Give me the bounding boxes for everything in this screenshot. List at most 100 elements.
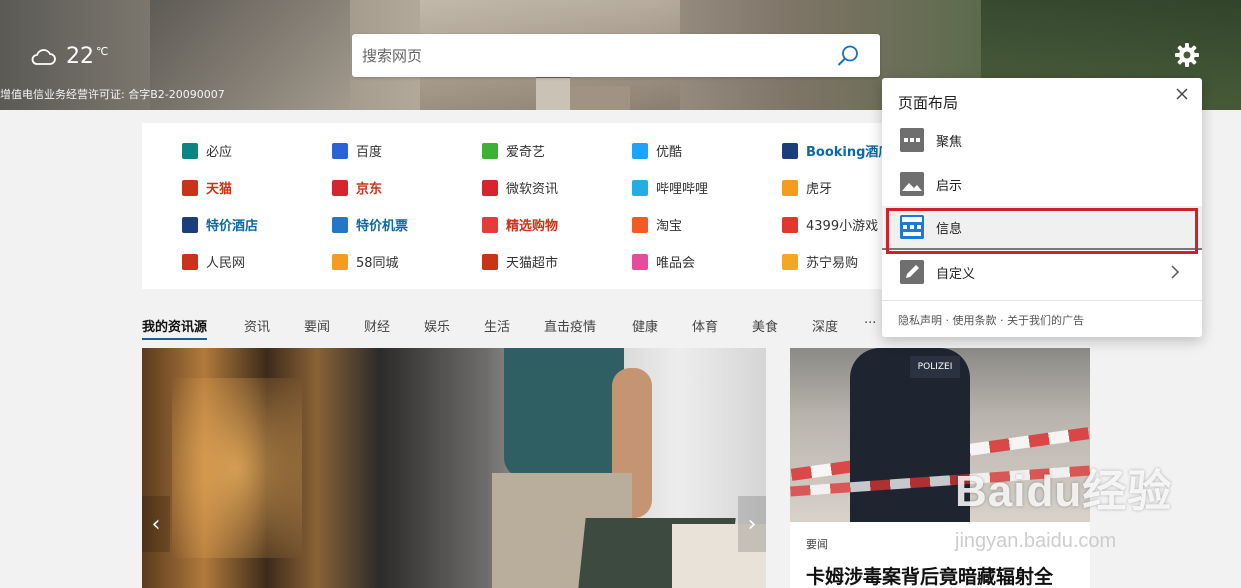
quick-link[interactable]: 微软资讯 xyxy=(482,178,558,197)
quick-link[interactable]: 特价酒店 xyxy=(182,215,258,234)
news-tab[interactable]: 直击疫情 xyxy=(544,316,596,335)
search-input[interactable] xyxy=(362,34,822,77)
quick-link-label: 天猫超市 xyxy=(506,256,559,271)
tmall-market-icon xyxy=(482,253,498,270)
quick-link[interactable]: 百度 xyxy=(332,141,382,160)
carousel-prev-button[interactable]: ‹ xyxy=(142,496,170,552)
news-tab[interactable]: 生活 xyxy=(484,316,510,335)
card-light-glow xyxy=(172,378,302,558)
hotel-icon xyxy=(182,216,198,233)
tab-my-feed[interactable]: 我的资讯源 xyxy=(142,316,208,340)
tab-more[interactable]: ··· xyxy=(864,316,876,331)
quick-link[interactable]: 唯品会 xyxy=(632,252,695,271)
layout-option-label: 启示 xyxy=(936,178,963,194)
bilibili-icon xyxy=(632,179,648,196)
quick-link[interactable]: 精选购物 xyxy=(482,215,558,234)
quick-link-label: 特价酒店 xyxy=(206,219,259,234)
news-tab[interactable]: 美食 xyxy=(752,316,778,335)
quick-link-label: 天猫 xyxy=(206,182,233,197)
cloud-icon xyxy=(31,48,56,65)
quick-link[interactable]: 4399小游戏 xyxy=(782,215,878,234)
4399-icon xyxy=(782,216,798,233)
iqiyi-icon xyxy=(482,142,498,159)
layout-option-label: 聚焦 xyxy=(936,134,963,150)
taobao-icon xyxy=(632,216,648,233)
news-tab[interactable]: 财经 xyxy=(364,316,390,335)
gear-icon[interactable] xyxy=(1174,42,1200,68)
quick-link[interactable]: 必应 xyxy=(182,141,232,160)
watermark-url: jingyan.baidu.com xyxy=(955,530,1117,552)
quick-link[interactable]: 人民网 xyxy=(182,252,245,271)
inspiration-layout-icon xyxy=(900,172,924,196)
quick-link[interactable]: Booking酒店 xyxy=(782,141,891,160)
quick-link-label: 唯品会 xyxy=(656,256,696,271)
card-figure-shirt xyxy=(504,348,624,478)
close-icon[interactable] xyxy=(1174,86,1190,102)
quick-link-label: 苏宁易购 xyxy=(806,256,859,271)
quick-link-label: Booking酒店 xyxy=(806,145,892,160)
quick-link-label: 58同城 xyxy=(356,256,399,271)
watermark-logo: Baidu经验 xyxy=(955,467,1173,516)
baidu-icon xyxy=(332,142,348,159)
license-text: 增值电信业务经营许可证: 合字B2-20090007 xyxy=(0,88,225,101)
quick-link[interactable]: 苏宁易购 xyxy=(782,252,858,271)
news-tab[interactable]: 资讯 xyxy=(244,316,270,335)
news-tab[interactable]: 健康 xyxy=(632,316,658,335)
quick-link[interactable]: 淘宝 xyxy=(632,215,682,234)
focus-layout-icon xyxy=(900,128,924,152)
quick-link[interactable]: 天猫 xyxy=(182,178,232,197)
main-news-card[interactable]: ‹ › xyxy=(142,348,766,588)
quick-link-label: 特价机票 xyxy=(356,219,409,234)
panel-footer-links[interactable]: 隐私声明 · 使用条款 · 关于我们的广告 xyxy=(898,312,1084,328)
quick-link[interactable]: 哔哩哔哩 xyxy=(632,178,708,197)
selection-highlight-box xyxy=(886,208,1198,254)
quick-link-label: 淘宝 xyxy=(656,219,683,234)
quick-link[interactable]: 58同城 xyxy=(332,252,399,271)
shopping-icon xyxy=(482,216,498,233)
layout-option-inspiration[interactable]: 启示 xyxy=(882,162,1202,206)
quick-link-label: 必应 xyxy=(206,145,233,160)
quick-link[interactable]: 京东 xyxy=(332,178,382,197)
quick-link-label: 人民网 xyxy=(206,256,246,271)
quick-link-label: 精选购物 xyxy=(506,219,559,234)
weather-widget[interactable]: 22 ℃ xyxy=(30,44,108,69)
side-card-headline[interactable]: 卡姆涉毒案背后竟暗藏辐射全 xyxy=(806,562,1053,588)
quick-link-label: 爱奇艺 xyxy=(506,145,546,160)
quick-link[interactable]: 天猫超市 xyxy=(482,252,558,271)
suning-icon xyxy=(782,253,798,270)
layout-option-label: 自定义 xyxy=(936,266,976,282)
quick-link-label: 微软资讯 xyxy=(506,182,559,197)
quick-links-panel: 必应 百度 爱奇艺 优酷 Booking酒店天猫 京东 微软资讯 哔哩哔哩 虎牙特价酒店 特价机票… xyxy=(142,123,891,289)
quick-link[interactable]: 爱奇艺 xyxy=(482,141,545,160)
youku-icon xyxy=(632,142,648,159)
layout-option-custom[interactable]: 自定义 xyxy=(882,250,1202,294)
news-tab[interactable]: 要闻 xyxy=(304,316,330,335)
news-tab[interactable]: 娱乐 xyxy=(424,316,450,335)
panel-divider xyxy=(882,300,1202,301)
news-tab[interactable]: 深度 xyxy=(812,316,838,335)
custom-layout-icon xyxy=(900,260,924,284)
chevron-right-icon xyxy=(1171,265,1180,279)
weather-unit: ℃ xyxy=(96,45,109,58)
58-icon xyxy=(332,253,348,270)
quick-link[interactable]: 虎牙 xyxy=(782,178,832,197)
msn-icon xyxy=(482,179,498,196)
carousel-next-button[interactable]: › xyxy=(738,496,766,552)
flight-icon xyxy=(332,216,348,233)
bing-icon xyxy=(182,142,198,159)
side-card-badge: POLIZEI xyxy=(910,356,960,378)
people-icon xyxy=(182,253,198,270)
side-card-category: 要闻 xyxy=(806,538,828,551)
search-icon[interactable] xyxy=(836,44,860,68)
layout-option-focus[interactable]: 聚焦 xyxy=(882,118,1202,162)
hero-building xyxy=(570,86,630,110)
news-tab[interactable]: 体育 xyxy=(692,316,718,335)
panel-title: 页面布局 xyxy=(898,94,959,112)
jd-icon xyxy=(332,179,348,196)
quick-link-label: 优酷 xyxy=(656,145,683,160)
quick-link[interactable]: 优酷 xyxy=(632,141,682,160)
booking-icon xyxy=(782,142,798,159)
huya-icon xyxy=(782,179,798,196)
hero-church xyxy=(536,72,570,110)
quick-link[interactable]: 特价机票 xyxy=(332,215,408,234)
